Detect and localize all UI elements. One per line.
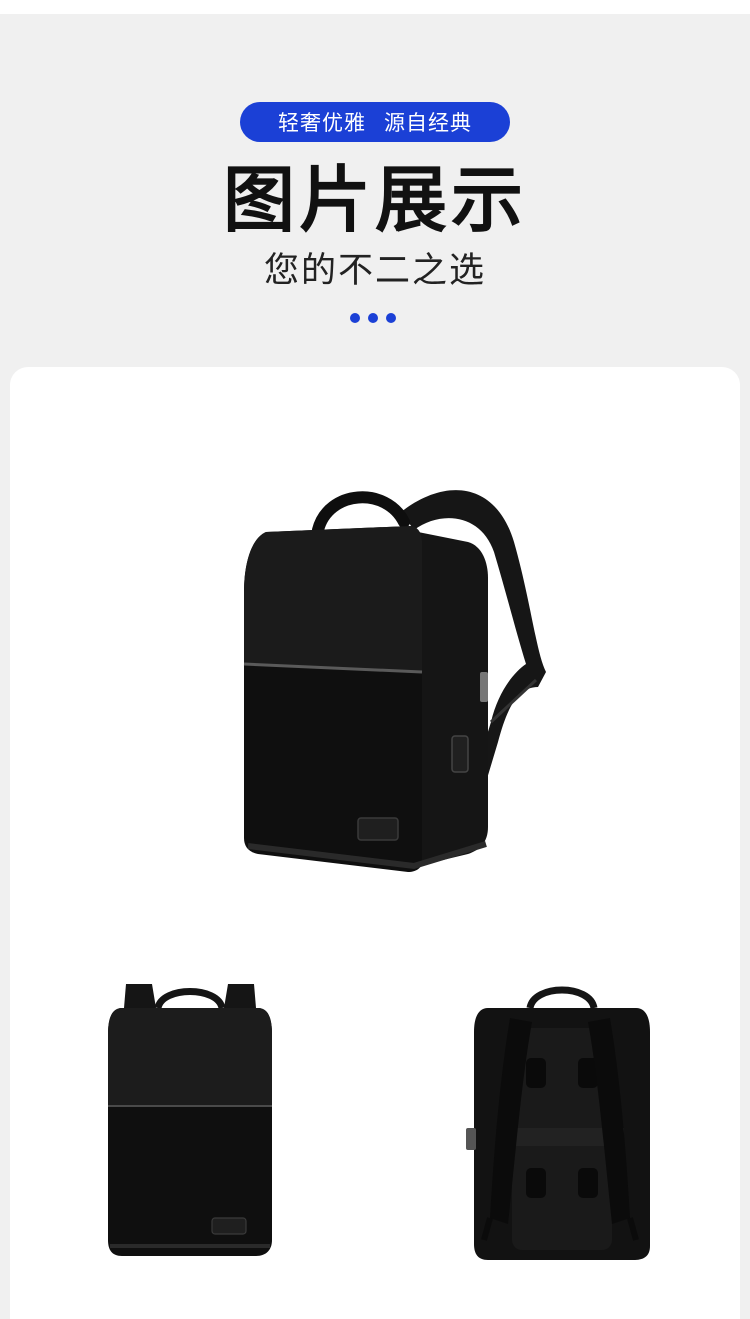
tag-pill: 轻奢优雅 源自经典 — [240, 102, 510, 142]
page-title: 图片展示 — [222, 158, 527, 242]
page-subtitle: 您的不二之选 — [263, 251, 486, 291]
backpack-front-photo — [100, 978, 280, 1260]
dot-3 — [386, 313, 396, 323]
backpack-main-photo — [236, 482, 552, 878]
dots-decoration — [350, 313, 396, 323]
tag-right-text: 源自经典 — [384, 111, 472, 135]
backpack-back-photo — [460, 978, 660, 1264]
backpack-front-illustration — [108, 984, 272, 1256]
backpack-three-quarter-illustration — [243, 490, 546, 872]
backpack-back-illustration — [466, 986, 650, 1260]
dot-1 — [350, 313, 360, 323]
dot-2 — [368, 313, 378, 323]
tag-left-text: 轻奢优雅 — [278, 111, 366, 135]
top-strip — [0, 0, 750, 14]
